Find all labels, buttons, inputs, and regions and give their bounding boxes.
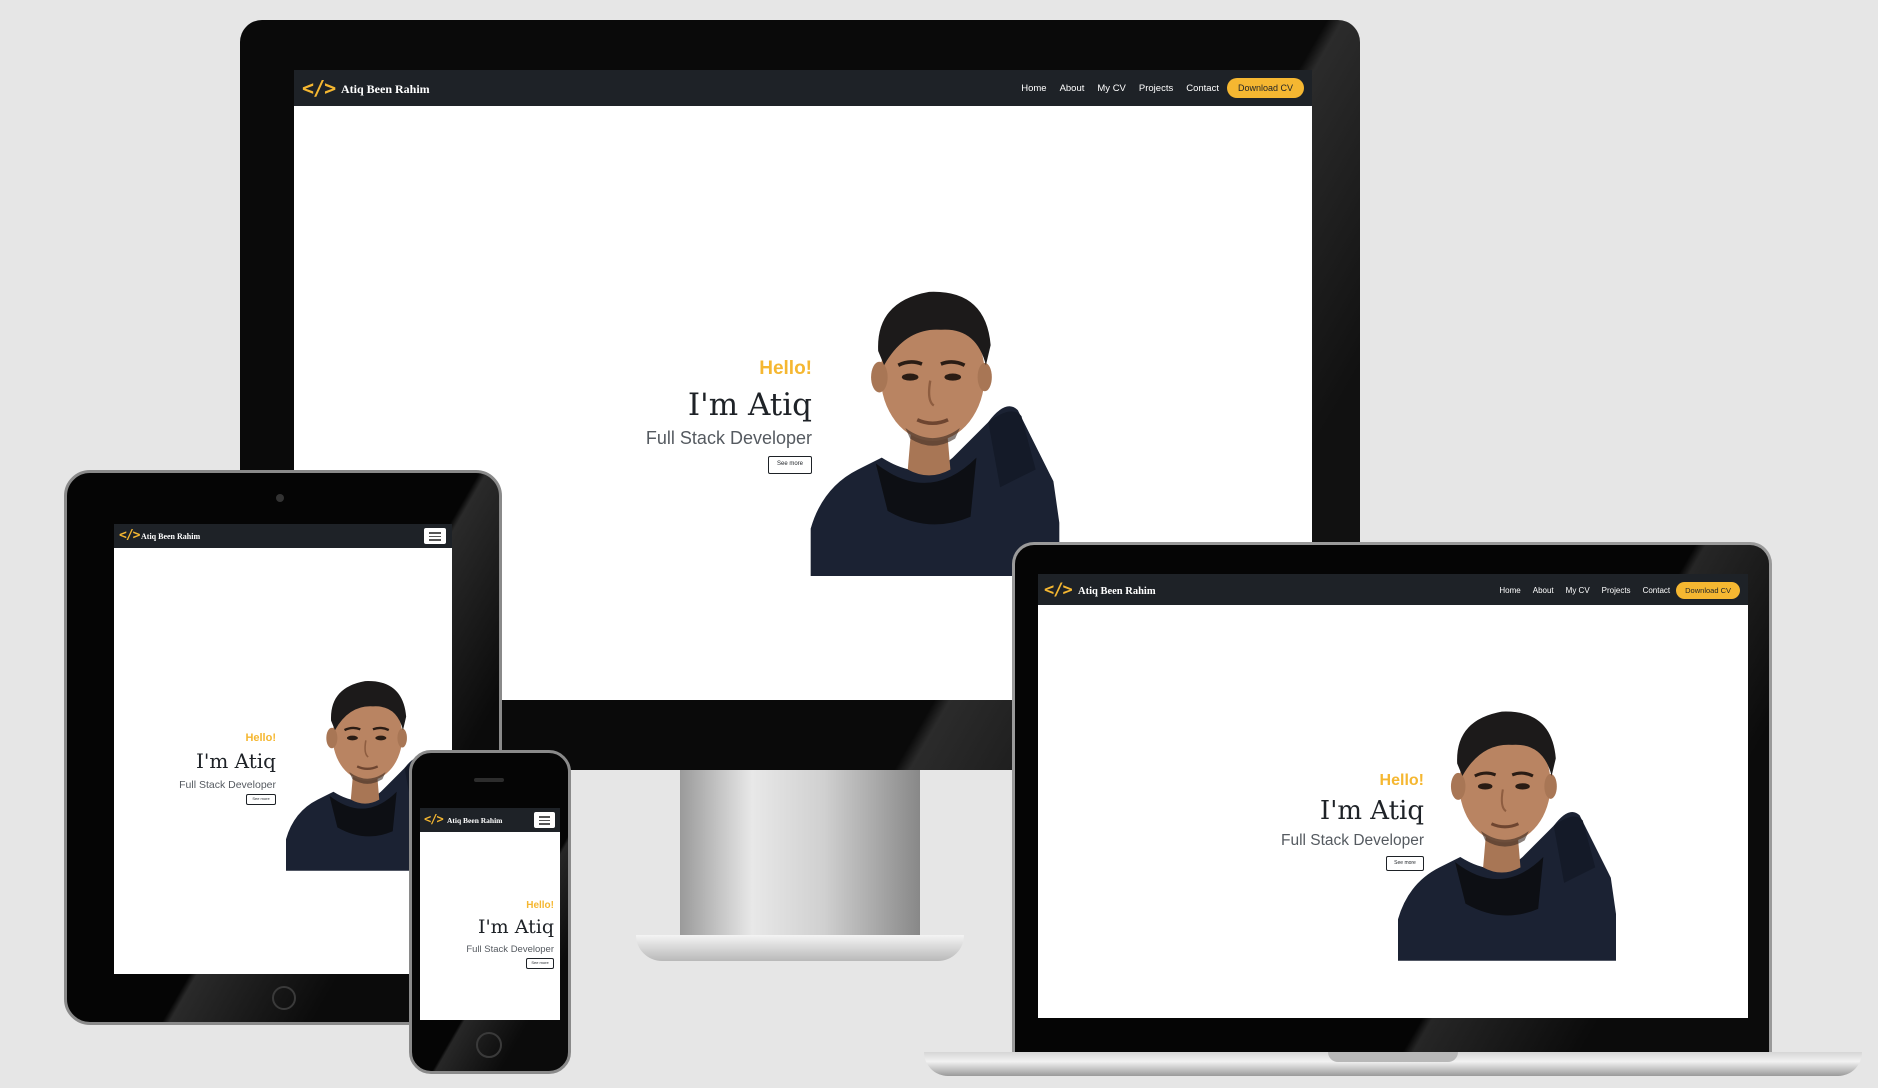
hero-hello: Hello! [759, 358, 812, 379]
nav-menu: Home About My CV Projects Contact Downlo… [1499, 581, 1740, 599]
hamburger-menu-icon[interactable] [534, 812, 555, 828]
profile-photo [810, 280, 1060, 576]
nav-about[interactable]: About [1060, 83, 1085, 94]
monitor-stand-neck [680, 770, 920, 940]
tablet-screen: </> Atiq Been Rahim Hello! I'm Atiq Full… [114, 524, 452, 974]
nav-contact[interactable]: Contact [1643, 586, 1671, 595]
profile-photo [1398, 700, 1616, 962]
monitor-stand-base [636, 935, 964, 961]
nav-contact[interactable]: Contact [1186, 83, 1219, 94]
download-cv-button[interactable]: Download CV [1676, 581, 1740, 599]
download-cv-button[interactable]: Download CV [1226, 78, 1304, 98]
see-more-button[interactable]: See more [768, 456, 812, 474]
nav-home[interactable]: Home [1499, 586, 1520, 595]
brand-name[interactable]: Atiq Been Rahim [141, 532, 200, 541]
code-brackets-icon[interactable]: </> [424, 812, 444, 826]
navbar: </> Atiq Been Rahim [114, 524, 452, 548]
nav-my-cv[interactable]: My CV [1566, 586, 1590, 595]
laptop-screen: </> Atiq Been Rahim Home About My CV Pro… [1038, 574, 1748, 1018]
nav-projects[interactable]: Projects [1139, 83, 1173, 94]
navbar: </> Atiq Been Rahim Home About My CV Pro… [294, 70, 1312, 106]
nav-home[interactable]: Home [1021, 83, 1046, 94]
hero-hello: Hello! [245, 732, 276, 744]
laptop-notch [1328, 1052, 1458, 1062]
phone-screen: </> Atiq Been Rahim Hello! I'm Atiq Full… [420, 808, 560, 1020]
hamburger-menu-icon[interactable] [424, 528, 446, 544]
tablet-camera [276, 494, 284, 502]
navbar: </> Atiq Been Rahim Home About My CV Pro… [1038, 574, 1748, 605]
nav-about[interactable]: About [1533, 586, 1554, 595]
brand-name[interactable]: Atiq Been Rahim [1078, 586, 1156, 597]
code-brackets-icon[interactable]: </> [1044, 580, 1073, 600]
see-more-button[interactable]: See more [526, 958, 554, 969]
hero-role: Full Stack Developer [466, 944, 554, 955]
nav-projects[interactable]: Projects [1602, 586, 1631, 595]
hero-headline: I'm Atiq [195, 749, 276, 773]
phone-speaker [474, 778, 504, 782]
brand-name[interactable]: Atiq Been Rahim [447, 816, 502, 825]
hero-role: Full Stack Developer [645, 428, 812, 448]
hero-headline: I'm Atiq [477, 916, 554, 938]
see-more-button[interactable]: See more [246, 794, 276, 805]
code-brackets-icon[interactable]: </> [119, 528, 141, 543]
hero-hello: Hello! [526, 900, 554, 911]
nav-my-cv[interactable]: My CV [1097, 83, 1126, 94]
brand-name[interactable]: Atiq Been Rahim [341, 82, 430, 97]
navbar: </> Atiq Been Rahim [420, 808, 560, 832]
hero-headline: I'm Atiq [687, 387, 812, 423]
home-button-icon[interactable] [272, 986, 296, 1010]
nav-menu: Home About My CV Projects Contact Downlo… [1021, 78, 1304, 98]
home-button-icon[interactable] [476, 1032, 502, 1058]
code-brackets-icon[interactable]: </> [302, 76, 336, 100]
hero-role: Full Stack Developer [179, 779, 276, 791]
